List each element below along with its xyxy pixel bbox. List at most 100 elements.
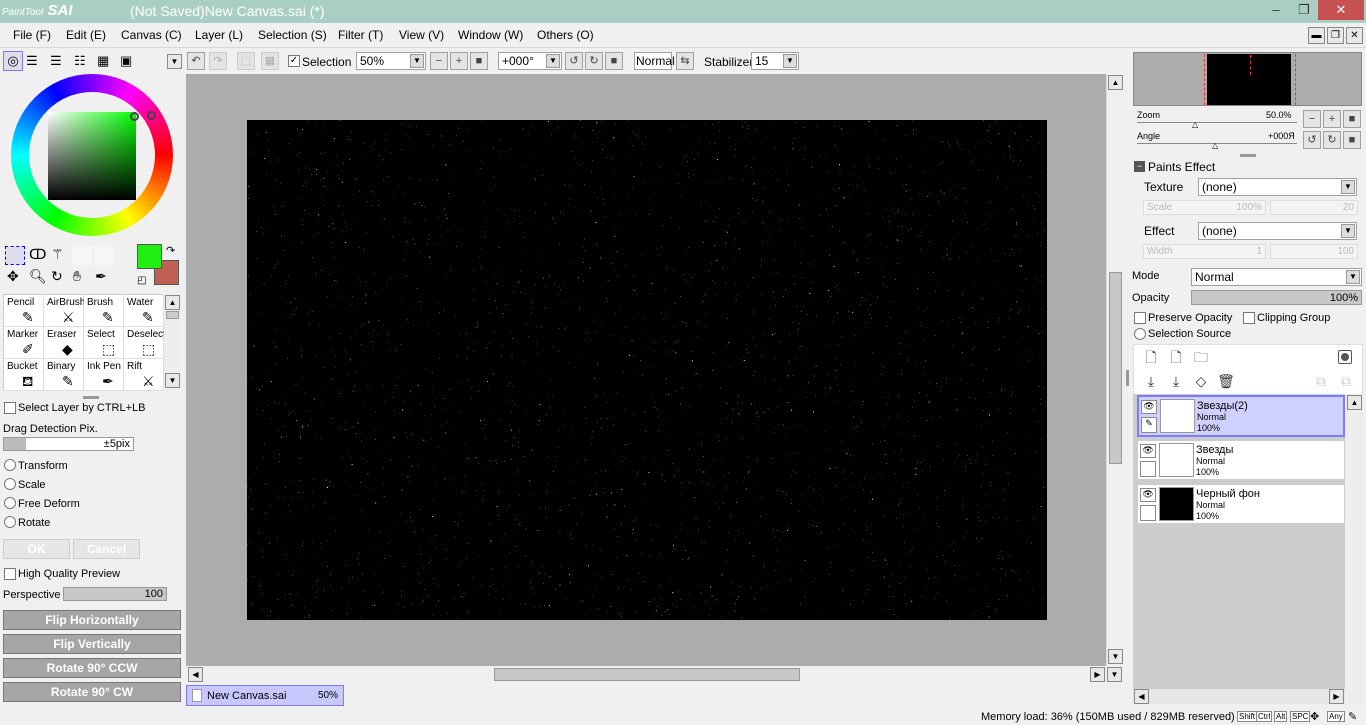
- hsv-sliders-tab-icon[interactable]: ☰: [50, 53, 62, 69]
- transform-radio[interactable]: [4, 459, 16, 471]
- stabilizer-select[interactable]: 15 ▼: [751, 52, 799, 70]
- scroll-corner-icon[interactable]: ▼: [1107, 667, 1122, 682]
- tool-ink-pen[interactable]: Ink Pen ✒: [84, 359, 124, 391]
- texture-scale-slider[interactable]: Scale 100%: [1143, 200, 1266, 215]
- tool-marker[interactable]: Marker ✐: [4, 327, 44, 359]
- apply-mask-icon[interactable]: ⧉: [1312, 372, 1330, 390]
- free-deform-radio[interactable]: [4, 497, 16, 509]
- merge-down-icon[interactable]: ⤓: [1167, 372, 1185, 390]
- menu-others[interactable]: Others (O): [537, 28, 594, 42]
- hq-preview-checkbox[interactable]: [4, 568, 16, 580]
- menu-file[interactable]: File (F): [13, 28, 51, 42]
- transfer-down-icon[interactable]: ⤓: [1142, 372, 1160, 390]
- nav-rotate-reset-icon[interactable]: ■: [1343, 131, 1361, 149]
- angle-select[interactable]: +000° ▼: [498, 52, 562, 70]
- rotate-view-icon[interactable]: ↻: [51, 268, 63, 285]
- rect-select-icon[interactable]: [5, 246, 25, 265]
- tool-pencil[interactable]: Pencil ✎: [4, 295, 44, 327]
- rotate-ccw-button[interactable]: Rotate 90° CCW: [3, 658, 181, 678]
- menu-window[interactable]: Window (W): [458, 28, 523, 42]
- scroll-up-icon[interactable]: ▲: [1108, 75, 1123, 90]
- drag-detection-slider[interactable]: ±5pix: [3, 437, 134, 451]
- opacity-slider[interactable]: 100%: [1191, 290, 1362, 305]
- swap-colors-icon[interactable]: ↷: [166, 244, 175, 257]
- nav-angle-thumb[interactable]: △: [1212, 141, 1218, 150]
- panel-splitter[interactable]: [1126, 370, 1129, 386]
- deselect-icon[interactable]: ⬚: [237, 52, 255, 70]
- menu-canvas[interactable]: Canvas (C): [121, 28, 182, 42]
- delete-layer-icon[interactable]: 🗑︎: [1217, 372, 1235, 390]
- rotate-left-icon[interactable]: ↺: [565, 52, 583, 70]
- close-button[interactable]: ✕: [1318, 0, 1364, 20]
- zoom-reset-icon[interactable]: ■: [470, 52, 488, 70]
- menu-view[interactable]: View (V): [399, 28, 444, 42]
- layer-item-black-bg[interactable]: 👁︎ Черный фон Normal 100%: [1137, 484, 1345, 524]
- perspective-slider[interactable]: 100: [63, 587, 167, 601]
- zoom-out-icon[interactable]: −: [430, 52, 448, 70]
- menu-layer[interactable]: Layer (L): [195, 28, 243, 42]
- hand-icon[interactable]: ✋︎: [73, 268, 81, 285]
- splitter-handle[interactable]: [1240, 154, 1256, 157]
- tool-deselect[interactable]: Deselect ⬚: [124, 327, 166, 359]
- texture-select[interactable]: (none) ▼: [1198, 178, 1357, 196]
- tool-airbrush[interactable]: AirBrush ⚔: [44, 295, 85, 327]
- tool-grid-scrollbar[interactable]: ▲ ▼: [164, 294, 181, 390]
- zoom-icon[interactable]: 🔍︎: [29, 268, 47, 285]
- tool-brush[interactable]: Brush ✎: [84, 295, 124, 327]
- effect-strength-slider[interactable]: 100: [1270, 244, 1358, 259]
- zoom-select[interactable]: 50% ▼: [356, 52, 426, 70]
- nav-zoom-slider[interactable]: [1137, 122, 1297, 123]
- lock-slot[interactable]: [1140, 505, 1156, 521]
- effect-width-slider[interactable]: Width 1: [1143, 244, 1266, 259]
- move-icon[interactable]: ✥: [7, 268, 19, 285]
- mdi-minimize-button[interactable]: ▬: [1308, 27, 1325, 44]
- menu-selection[interactable]: Selection (S): [258, 28, 327, 42]
- panel-menu-button[interactable]: ▼: [167, 54, 182, 69]
- scroll-left-icon[interactable]: ◀: [188, 667, 203, 682]
- canvas[interactable]: [247, 120, 1047, 620]
- transparent-color-icon[interactable]: ◰: [137, 275, 146, 286]
- eye-icon[interactable]: 👁︎: [1141, 400, 1157, 414]
- lasso-icon[interactable]: ↀ: [29, 246, 46, 263]
- view-mode-select[interactable]: Normal: [634, 52, 675, 70]
- scratchpad-tab-icon[interactable]: ▦: [97, 53, 109, 69]
- select-layer-checkbox[interactable]: [4, 402, 16, 414]
- zoom-in-icon[interactable]: +: [450, 52, 468, 70]
- rotate-right-icon[interactable]: ↻: [585, 52, 603, 70]
- color-wheel-tab-icon[interactable]: ◎: [3, 51, 23, 71]
- collapse-icon[interactable]: −: [1134, 161, 1145, 172]
- tool-rift[interactable]: Rift ⚔: [124, 359, 164, 391]
- scroll-down-icon[interactable]: ▼: [1108, 649, 1123, 664]
- clipping-group-checkbox[interactable]: [1243, 312, 1255, 324]
- nav-zoom-out-icon[interactable]: −: [1303, 110, 1321, 128]
- vertical-scrollbar[interactable]: ▲ ▼: [1106, 74, 1123, 666]
- menu-filter[interactable]: Filter (T): [338, 28, 383, 42]
- clear-layer-icon[interactable]: ◇: [1192, 372, 1210, 390]
- flip-view-icon[interactable]: ⇆: [676, 52, 694, 70]
- new-layer-icon[interactable]: 🗋︎: [1142, 348, 1160, 366]
- flip-horizontally-button[interactable]: Flip Horizontally: [3, 610, 181, 630]
- rgb-sliders-tab-icon[interactable]: ☰: [26, 53, 38, 69]
- tool-bucket[interactable]: Bucket ⛾: [4, 359, 44, 391]
- delete-mask-icon[interactable]: ⧉: [1337, 372, 1355, 390]
- tool-binary[interactable]: Binary ✎: [44, 359, 84, 391]
- new-linework-layer-icon[interactable]: 🗋︎: [1167, 348, 1185, 366]
- rotate-cw-button[interactable]: Rotate 90° CW: [3, 682, 181, 702]
- scroll-right-icon[interactable]: ▶: [1090, 667, 1105, 682]
- minimize-button[interactable]: –: [1262, 0, 1290, 20]
- scroll-down-icon[interactable]: ▼: [165, 373, 180, 388]
- tool-select[interactable]: Select ⬚: [84, 327, 124, 359]
- ok-button[interactable]: OK: [3, 539, 70, 559]
- nav-zoom-reset-icon[interactable]: ■: [1343, 110, 1361, 128]
- mdi-close-button[interactable]: ✕: [1346, 27, 1363, 44]
- nav-rotate-left-icon[interactable]: ↺: [1303, 131, 1321, 149]
- pencil-icon[interactable]: ✎: [1141, 417, 1157, 433]
- selection-source-radio[interactable]: [1134, 328, 1146, 340]
- new-folder-icon[interactable]: 🗀︎: [1192, 348, 1210, 366]
- flip-vertically-button[interactable]: Flip Vertically: [3, 634, 181, 654]
- horizontal-scrollbar[interactable]: ◀ ▶: [186, 666, 1106, 683]
- tool-water[interactable]: Water ✎: [124, 295, 164, 327]
- scroll-right-icon[interactable]: ▶: [1329, 689, 1344, 704]
- layer-item-stars-2[interactable]: 👁︎ ✎ Звезды(2) Normal 100%: [1137, 395, 1345, 437]
- texture-strength-slider[interactable]: 20: [1270, 200, 1358, 215]
